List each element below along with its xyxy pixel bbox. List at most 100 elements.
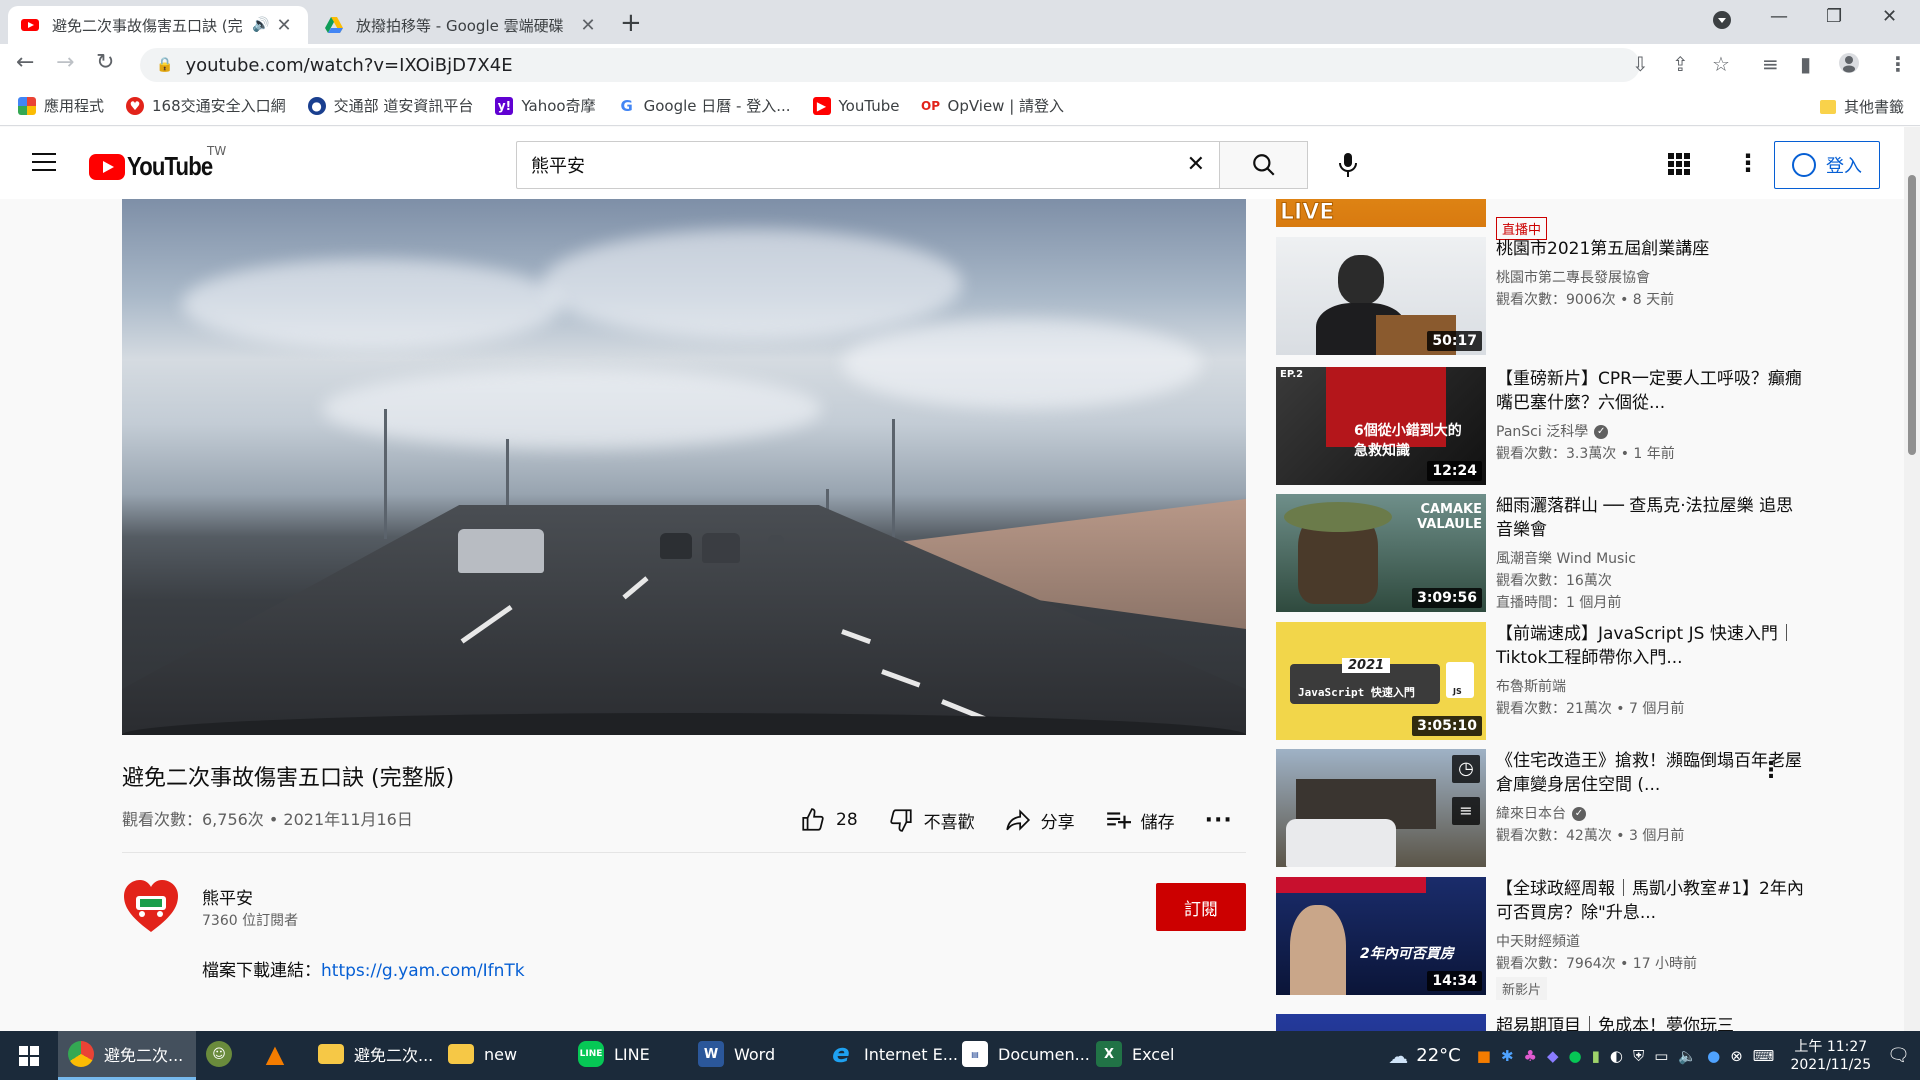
more-actions-icon[interactable]: ··· xyxy=(1205,808,1233,833)
line-tray-icon[interactable]: ● xyxy=(1569,1047,1582,1065)
rec-title[interactable]: 【全球政經周報｜馬凱小教室#1】2年內可否買房？除"升息... xyxy=(1496,877,1806,925)
rec-channel[interactable]: 緯來日本台 ✓ xyxy=(1496,803,1586,823)
tray-app-icon[interactable]: ◐ xyxy=(1610,1047,1623,1065)
rec-item[interactable]: 2021 JavaScript 快速入門 JS 3:05:10 【前端速成】Ja… xyxy=(1276,622,1876,740)
rec-item[interactable]: 2年內可否買房 14:34 【全球政經周報｜馬凱小教室#1】2年內可否買房？除"… xyxy=(1276,877,1876,1000)
tab-search-icon[interactable] xyxy=(1712,10,1732,35)
rec-channel[interactable]: 布魯斯前端 xyxy=(1496,676,1566,696)
rec-channel[interactable]: PanSci 泛科學 ✓ xyxy=(1496,421,1609,441)
dislike-button[interactable]: 不喜歡 xyxy=(888,807,975,833)
clear-search-icon[interactable]: ✕ xyxy=(1187,152,1205,177)
ime-icon[interactable]: ● xyxy=(1707,1047,1720,1065)
bookmark-apps[interactable]: 應用程式 xyxy=(18,95,104,116)
rec-thumbnail[interactable]: LIVE xyxy=(1276,199,1486,227)
maximize-icon[interactable]: ❐ xyxy=(1826,6,1842,27)
rec-item[interactable]: CAMAKE VALAULE 3:09:56 細雨灑落群山 ── 查馬克·法拉屋… xyxy=(1276,494,1876,612)
search-input[interactable]: 熊平安 ✕ xyxy=(516,141,1220,189)
taskbar-chrome[interactable]: 避免二次... xyxy=(58,1031,196,1080)
watch-later-icon[interactable]: ◷ xyxy=(1452,755,1480,783)
rec-item[interactable]: LIVE 直播中 xyxy=(1276,199,1876,240)
media-control-icon[interactable]: ≡ xyxy=(1762,52,1779,76)
rec-thumbnail[interactable]: 2年內可否買房 14:34 xyxy=(1276,877,1486,995)
taskbar-internet-explorer[interactable]: e Internet E... xyxy=(818,1031,958,1080)
video-player[interactable] xyxy=(122,199,1246,735)
bookmark-168[interactable]: ♥ 168交通安全入口網 xyxy=(126,95,286,116)
weather-icon[interactable]: ☁ xyxy=(1388,1044,1408,1068)
notification-icon[interactable]: 🗨 xyxy=(1887,1045,1910,1066)
bookmark-youtube[interactable]: ▶ YouTube xyxy=(812,96,900,115)
subscribe-button[interactable]: 訂閱 xyxy=(1156,883,1246,931)
rec-item[interactable]: 超易期頂目｜免成本！夢你玩三 xyxy=(1276,1014,1876,1031)
tray-app-icon[interactable]: ◆ xyxy=(1547,1047,1559,1065)
taskbar-line[interactable]: LINE LINE xyxy=(568,1031,688,1080)
rec-more-icon[interactable]: ⋮ xyxy=(1760,758,1782,783)
like-button[interactable]: 28 xyxy=(800,807,858,833)
bookmark-google-calendar[interactable]: G Google 日曆 - 登入... xyxy=(617,95,791,116)
taskbar-vlc[interactable]: ▲ xyxy=(252,1031,308,1080)
save-button[interactable]: 儲存 xyxy=(1105,807,1175,833)
taskbar-app-user[interactable]: ☺ xyxy=(196,1031,252,1080)
voice-search-button[interactable] xyxy=(1326,143,1370,187)
chrome-menu-icon[interactable]: ⋮ xyxy=(1888,52,1908,76)
rec-title[interactable]: 細雨灑落群山 ── 查馬克·法拉屋樂 追思音樂會 xyxy=(1496,494,1806,542)
start-button[interactable] xyxy=(0,1031,58,1080)
rec-item[interactable]: 50:17 桃園市2021第五屆創業講座 桃園市第二專長發展協會 觀看次數：90… xyxy=(1276,237,1876,355)
bookmark-star-icon[interactable]: ☆ xyxy=(1712,52,1730,76)
weather-temp[interactable]: 22°C xyxy=(1416,1045,1460,1066)
side-panel-icon[interactable]: ▮ xyxy=(1800,52,1811,76)
rec-thumbnail[interactable]: 2021 JavaScript 快速入門 JS 3:05:10 xyxy=(1276,622,1486,740)
sign-in-button[interactable]: 登入 xyxy=(1774,141,1880,189)
channel-avatar[interactable] xyxy=(122,878,180,936)
tab-youtube[interactable]: 避免二次事故傷害五口訣 (完 🔊 ✕ xyxy=(8,6,308,44)
bluetooth-icon[interactable]: ✱ xyxy=(1501,1047,1514,1065)
taskbar-document[interactable]: ▤ Documen... xyxy=(952,1031,1090,1080)
rec-thumbnail[interactable]: ◷ ≡ xyxy=(1276,749,1486,867)
taskbar-folder-new[interactable]: new xyxy=(438,1031,568,1080)
rec-thumbnail[interactable] xyxy=(1276,1014,1486,1031)
tray-app-icon[interactable]: ♣ xyxy=(1524,1047,1537,1065)
rec-title[interactable]: 【重磅新片】CPR一定要人工呼吸？癲癇嘴巴塞什麼？六個從... xyxy=(1496,367,1806,415)
rec-thumbnail[interactable]: CAMAKE VALAULE 3:09:56 xyxy=(1276,494,1486,612)
taskbar-excel[interactable]: X Excel xyxy=(1086,1031,1216,1080)
rec-thumbnail[interactable]: 50:17 xyxy=(1276,237,1486,355)
other-bookmarks[interactable]: 其他書籤 xyxy=(1819,96,1904,117)
reload-icon[interactable]: ↻ xyxy=(96,50,114,75)
network-icon[interactable]: ▭ xyxy=(1654,1047,1668,1065)
search-button[interactable] xyxy=(1220,141,1308,189)
tray-app-icon[interactable]: ■ xyxy=(1477,1047,1491,1065)
add-to-queue-icon[interactable]: ≡ xyxy=(1452,797,1480,825)
ime-mode-icon[interactable]: ⊗ xyxy=(1730,1047,1743,1065)
page-scrollbar[interactable] xyxy=(1904,127,1920,1031)
keyboard-icon[interactable]: ⌨ xyxy=(1753,1047,1775,1065)
minimize-icon[interactable]: — xyxy=(1770,6,1788,27)
youtube-apps-icon[interactable] xyxy=(1668,153,1690,175)
rec-title[interactable]: 【前端速成】JavaScript JS 快速入門｜Tiktok工程師帶你入門..… xyxy=(1496,622,1806,670)
tab-google-drive[interactable]: 放撥拍移等 - Google 雲端硬碟 ✕ xyxy=(312,6,612,44)
share-button[interactable]: 分享 xyxy=(1005,807,1075,833)
guide-menu-icon[interactable] xyxy=(32,153,56,171)
scrollbar-thumb[interactable] xyxy=(1908,175,1916,455)
share-icon[interactable]: ⇪ xyxy=(1672,52,1689,76)
install-icon[interactable]: ⇩ xyxy=(1632,52,1649,76)
taskbar-word[interactable]: W Word xyxy=(688,1031,818,1080)
taskbar-folder-1[interactable]: 避免二次... xyxy=(308,1031,438,1080)
rec-channel[interactable]: 風潮音樂 Wind Music xyxy=(1496,548,1636,568)
rec-channel[interactable]: 中天財經頻道 xyxy=(1496,931,1580,951)
close-tab-icon[interactable]: ✕ xyxy=(576,15,600,36)
back-icon[interactable]: ← xyxy=(16,50,34,75)
bookmark-opview[interactable]: OP OpView | 請登入 xyxy=(921,95,1064,116)
rec-title[interactable]: 超易期頂目｜免成本！夢你玩三 xyxy=(1496,1014,1806,1031)
rec-title[interactable]: 桃園市2021第五屆創業講座 xyxy=(1496,237,1806,261)
profile-icon[interactable] xyxy=(1838,52,1860,79)
rec-item[interactable]: ◷ ≡ 《住宅改造王》搶救！瀕臨倒塌百年老屋 倉庫變身居住空間 (... 緯來日… xyxy=(1276,749,1876,867)
close-tab-icon[interactable]: ✕ xyxy=(272,15,296,36)
channel-name[interactable]: 熊平安 xyxy=(202,884,253,909)
lock-icon[interactable]: 🔒 xyxy=(156,57,173,73)
shield-icon[interactable]: ⛨ xyxy=(1633,1047,1644,1065)
settings-kebab-icon[interactable]: ⋮ xyxy=(1736,149,1760,177)
rec-channel[interactable]: 桃園市第二專長發展協會 xyxy=(1496,267,1650,287)
rec-thumbnail[interactable]: EP.2 6個從小錯到大的急救知識 12:24 xyxy=(1276,367,1486,485)
volume-icon[interactable]: 🔈 xyxy=(1678,1047,1697,1065)
bookmark-yahoo[interactable]: y! Yahoo奇摩 xyxy=(495,95,596,116)
download-link[interactable]: https://g.yam.com/IfnTk xyxy=(321,961,525,981)
